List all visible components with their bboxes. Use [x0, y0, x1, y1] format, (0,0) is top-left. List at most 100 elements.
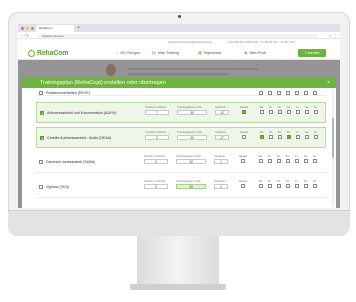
weekday-checkbox[interactable]: [303, 91, 308, 95]
weekday-checkbox[interactable]: [295, 134, 300, 139]
weekday-checkbox[interactable]: [294, 91, 299, 95]
contact-email[interactable]: hasomedrehacom@hasomed.de: [168, 40, 212, 44]
weekday-checkbox[interactable]: [277, 134, 282, 139]
weekday-label: Mo: [258, 180, 263, 183]
contact-phone: +49 391 610 7650 (Mo - Fr 08:00 Uhr - 16…: [228, 40, 295, 44]
browser-tab[interactable]: RehaCom: [36, 25, 74, 32]
weekday-checkbox[interactable]: [312, 183, 317, 188]
exercise-label: Vigilanz (VIGI): [46, 184, 70, 189]
logo[interactable]: RehaCom: [28, 49, 68, 57]
weekday-checkbox[interactable]: [313, 134, 318, 139]
exercise-checkbox[interactable]: ✓: [40, 111, 44, 116]
nodate-checkbox[interactable]: [242, 134, 246, 139]
nodate-checkbox[interactable]: [241, 183, 245, 188]
weekday-checkbox[interactable]: [267, 158, 272, 163]
home-icon: ⌂: [116, 50, 119, 55]
field-caption: Anzahl pro Woche: [145, 131, 167, 134]
stage: RehaCom + ‹ › ↻ rehacom.de/neu ☆ ⋮ hasom…: [0, 0, 356, 302]
weekday-checkbox[interactable]: [304, 134, 309, 139]
weekday-checkbox[interactable]: [267, 183, 272, 188]
weekday-checkbox[interactable]: [285, 91, 290, 95]
duration-input[interactable]: 30: [177, 134, 207, 140]
url-input[interactable]: rehacom.de/neu: [38, 33, 318, 38]
field-caption: Trainingsdauer in Min.: [176, 180, 202, 183]
per-week-field: Anzahl pro Woche 2: [145, 131, 169, 140]
weekday-checkbox[interactable]: [276, 91, 281, 95]
exercise-row[interactable]: ✓ Aufmerksamkeit und Konzentration (AUFM)…: [36, 102, 326, 123]
weekday-fr: Fr: [294, 180, 299, 188]
weekday-checkbox[interactable]: [303, 183, 308, 188]
weekday-selector: Mo Di Mi Do Fr Sa So: [259, 131, 318, 139]
weekday-checkbox[interactable]: [259, 134, 264, 139]
nav-item-ergebnisse[interactable]: ▦ Ergebnisse: [198, 50, 221, 55]
weekday-checkbox[interactable]: [276, 158, 281, 163]
exercise-row[interactable]: Reaktionsverhalten (REVE): [36, 90, 326, 96]
weekday-checkbox[interactable]: [294, 183, 299, 188]
weekday-checkbox[interactable]: [259, 109, 264, 114]
weekday-do: Do: [286, 131, 291, 139]
exercise-checkbox[interactable]: [39, 185, 43, 189]
start-level-input[interactable]: 1: [214, 183, 228, 189]
minimize-window-icon[interactable]: [26, 26, 29, 30]
browser-menu-icon[interactable]: ☆ ⋮: [328, 32, 337, 39]
per-week-input[interactable]: 0: [144, 183, 168, 189]
close-icon[interactable]: ×: [327, 80, 330, 86]
nodate-caption: Nodate: [238, 155, 248, 158]
scrollbar-thumb[interactable]: [332, 118, 334, 158]
nav-item-profil[interactable]: ◉ Mein Profil: [244, 50, 266, 55]
weekday-label: Mo: [259, 131, 264, 134]
duration-input[interactable]: 20: [176, 183, 206, 189]
weekday-checkbox[interactable]: [312, 91, 317, 95]
exercise-row[interactable]: ✓ Geteilte Aufmerksamkeit - Audio (DEAA) A…: [36, 127, 326, 148]
weekday-checkbox[interactable]: [313, 109, 318, 114]
close-window-icon[interactable]: [21, 26, 24, 30]
call-button[interactable]: + Anrufen: [298, 49, 326, 57]
start-level-input[interactable]: 17: [215, 134, 229, 140]
per-week-input[interactable]: 0: [144, 158, 168, 164]
weekday-checkbox[interactable]: [258, 183, 263, 188]
weekday-checkbox[interactable]: [286, 109, 291, 114]
per-week-input[interactable]: 2: [145, 134, 169, 140]
nodate-caption: Nodate: [238, 180, 248, 183]
duration-input[interactable]: 30: [176, 158, 206, 164]
weekday-checkbox[interactable]: [303, 158, 308, 163]
browser-urlbar: ‹ › ↻ rehacom.de/neu ☆ ⋮: [18, 32, 340, 39]
nav-item-uebungen[interactable]: ⌂ Mit Übungen: [116, 50, 140, 55]
weekday-checkbox[interactable]: [312, 158, 317, 163]
weekday-checkbox[interactable]: [268, 134, 273, 139]
weekday-checkbox[interactable]: [285, 183, 290, 188]
weekday-checkbox[interactable]: [295, 109, 300, 114]
weekday-fr: [294, 91, 299, 95]
window-controls[interactable]: [21, 26, 34, 30]
exercise-checkbox[interactable]: ✓: [40, 136, 44, 141]
field-caption: Trainingsdauer in Min.: [176, 155, 202, 158]
exercise-row[interactable]: Vigilanz (VIGI) Anzahl pro Woche 0 Training…: [36, 177, 326, 198]
new-tab-button[interactable]: +: [77, 25, 80, 32]
nodate-checkbox[interactable]: [241, 158, 245, 163]
weekday-checkbox[interactable]: [276, 183, 281, 188]
nav-label: Mit Übungen: [120, 50, 141, 55]
browser-nav-icons[interactable]: ‹ › ↻: [21, 32, 29, 39]
per-week-input[interactable]: 7: [145, 109, 169, 115]
weekday-checkbox[interactable]: [268, 109, 273, 114]
nodate-checkbox[interactable]: [242, 109, 246, 114]
maximize-window-icon[interactable]: [31, 26, 34, 30]
exercise-row[interactable]: Dauerauf merksamkeit (SUBA) Anzahl pro Wo…: [36, 152, 326, 173]
weekday-checkbox[interactable]: [267, 91, 272, 95]
start-level-input[interactable]: 1: [214, 158, 228, 164]
start-level-field: Startlevel 17: [215, 131, 229, 140]
nav-item-training[interactable]: ▤ Mein Training: [152, 50, 179, 55]
weekday-checkbox[interactable]: [258, 91, 263, 95]
weekday-mi: Mi: [277, 131, 282, 139]
weekday-checkbox[interactable]: [304, 109, 309, 114]
start-level-input[interactable]: 12: [215, 109, 229, 115]
weekday-checkbox[interactable]: [258, 158, 263, 163]
exercise-checkbox[interactable]: [39, 160, 43, 164]
weekday-checkbox[interactable]: [286, 134, 291, 139]
weekday-checkbox[interactable]: [294, 158, 299, 163]
weekday-checkbox[interactable]: [277, 109, 282, 114]
exercise-checkbox[interactable]: [39, 91, 43, 95]
weekday-di: Di: [267, 155, 272, 163]
duration-input[interactable]: 30: [177, 109, 207, 115]
weekday-checkbox[interactable]: [285, 158, 290, 163]
